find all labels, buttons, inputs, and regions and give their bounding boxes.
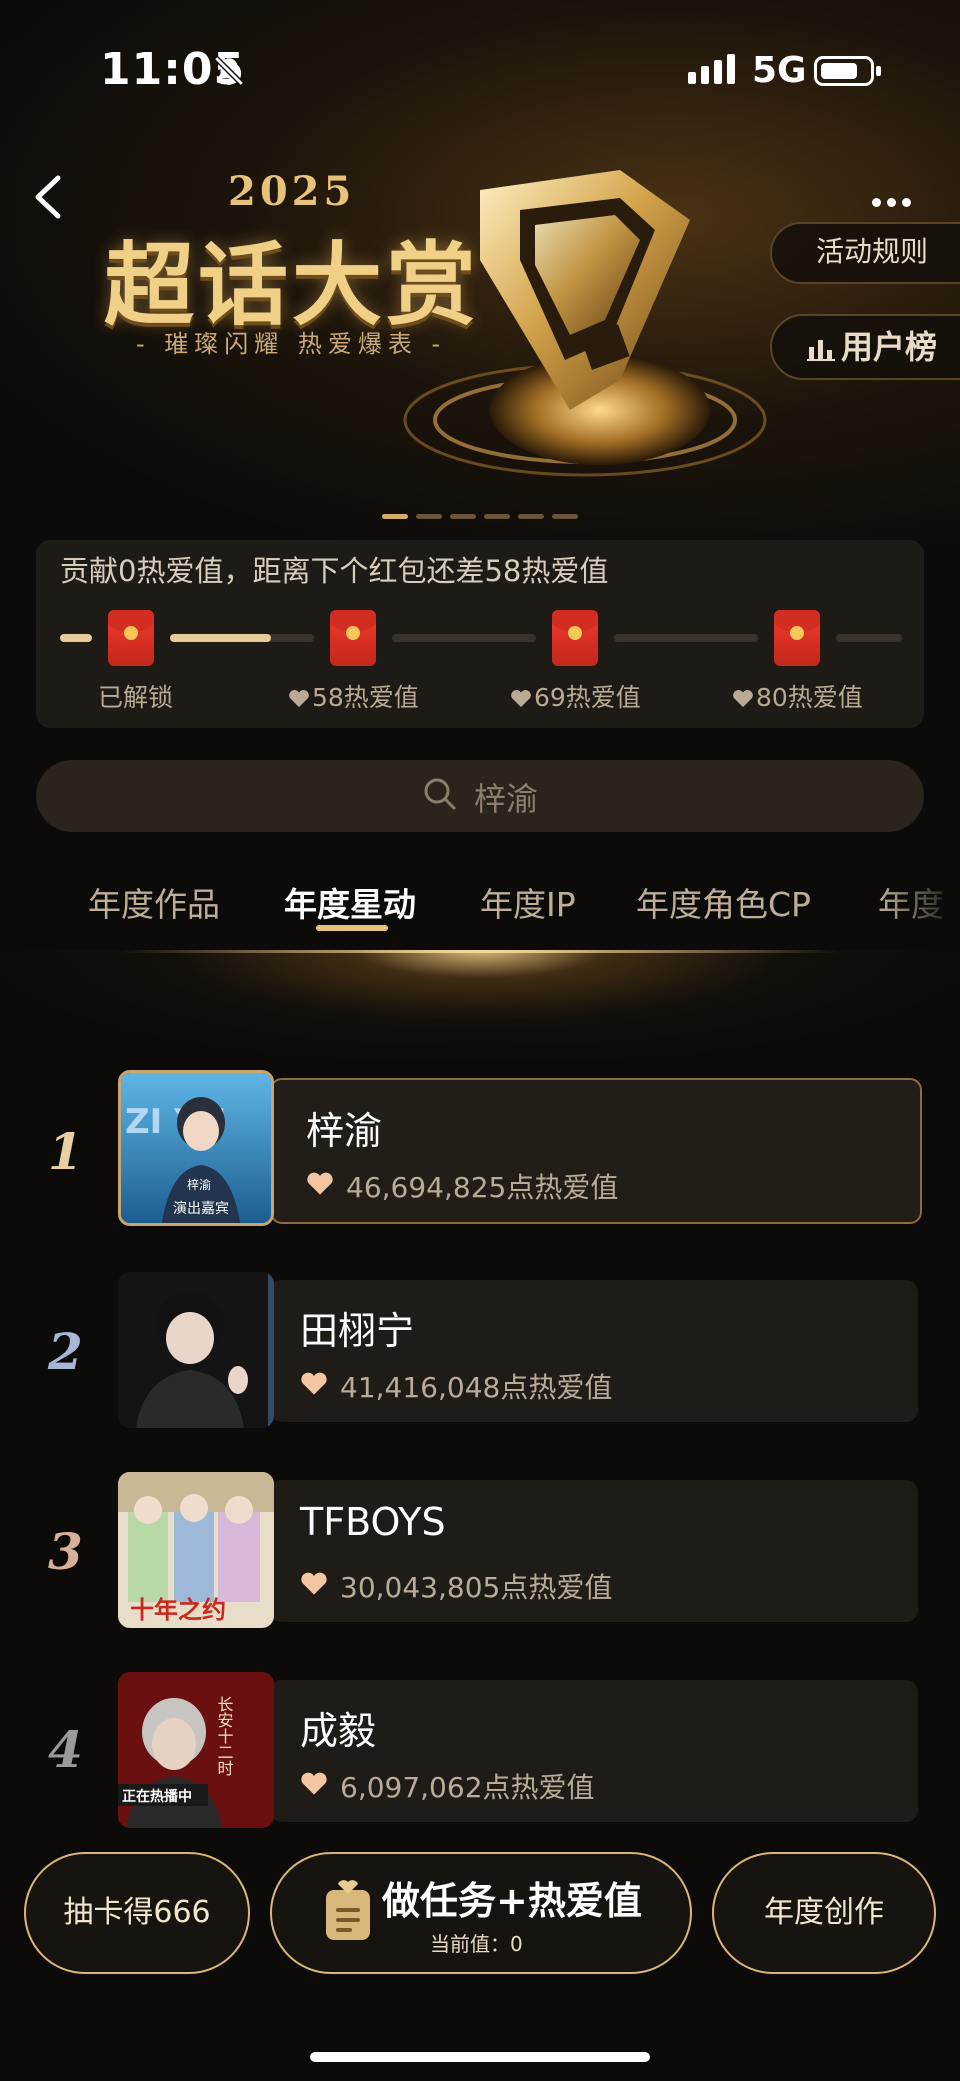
user-rank-label: 用户榜 (840, 328, 937, 366)
banner-year: 2025 (228, 168, 356, 215)
progress-segment (392, 634, 536, 642)
ranking-score: 6,097,062点热爱值 (340, 1771, 595, 1804)
gold-glow-line (120, 950, 840, 953)
ranking-score: 41,416,048点热爱值 (340, 1371, 613, 1404)
avatar-image (118, 1272, 274, 1428)
progress-segment (60, 634, 92, 642)
heart-icon (301, 1572, 327, 1595)
trophy-emblem-icon (403, 170, 767, 477)
signal-icon (688, 54, 740, 84)
heart-icon (301, 1772, 327, 1795)
ranking-name: TFBOYS (300, 1500, 446, 1544)
milestone-label: 已解锁 (98, 683, 174, 712)
mute-bell-icon (214, 56, 244, 86)
red-envelope-icon[interactable] (330, 610, 376, 666)
task-label: 做任务+热爱值 (382, 1879, 642, 1923)
search-icon (424, 778, 456, 810)
bar-chart-icon (806, 340, 835, 361)
draw-card-button[interactable]: 抽卡得666 (24, 1852, 250, 1974)
avatar[interactable]: 长安十二时 正在热播中 (118, 1672, 274, 1828)
rank-number: 2 (48, 1322, 83, 1381)
gold-sparkle-decoration (0, 950, 960, 1060)
red-envelope-icon[interactable] (774, 610, 820, 666)
activity-rules-button[interactable]: 活动规则 (770, 222, 960, 284)
tab-annual-ip[interactable]: 年度IP (480, 878, 576, 926)
progress-segment (614, 634, 758, 642)
network-type: 5G (752, 50, 807, 91)
search-text[interactable]: 梓渝 (474, 774, 538, 820)
heart-icon (289, 689, 309, 708)
do-task-button[interactable]: 做任务+热爱值 当前值：0 (270, 1852, 692, 1974)
more-options-icon[interactable] (872, 192, 917, 211)
thumb-text: 梓渝 (187, 1177, 211, 1192)
tab-annual-stars[interactable]: 年度星动 (284, 878, 416, 926)
annual-creation-button[interactable]: 年度创作 (712, 1852, 936, 1974)
pagination-dot[interactable] (450, 514, 476, 519)
back-arrow-icon[interactable] (30, 172, 70, 222)
milestone-label: 58热爱值 (288, 678, 419, 714)
pagination-dot[interactable] (552, 514, 578, 519)
avatar-image: ZI YU 梓渝 演出嘉宾 (121, 1073, 271, 1223)
ranking-score: 30,043,805点热爱值 (340, 1571, 613, 1604)
thumb-text: 十年之约 (130, 1595, 226, 1624)
thumb-text: 长安十二时 (215, 1696, 234, 1776)
home-indicator (310, 2052, 650, 2062)
pagination-dot[interactable] (416, 514, 442, 519)
ranking-name: 成毅 (300, 1709, 377, 1753)
progress-fill (170, 634, 271, 642)
avatar[interactable] (118, 1272, 274, 1428)
tab-annual-character-cp[interactable]: 年度角色CP (636, 878, 811, 926)
pagination-dot[interactable] (382, 514, 408, 519)
active-tab-indicator (316, 925, 388, 931)
red-envelope-icon[interactable] (108, 610, 154, 666)
avatar-image: 长安十二时 正在热播中 (118, 1672, 274, 1828)
avatar[interactable]: ZI YU 梓渝 演出嘉宾 (118, 1070, 274, 1226)
pagination-dot[interactable] (518, 514, 544, 519)
tab-annual-works[interactable]: 年度作品 (88, 878, 220, 926)
thumb-text: 演出嘉宾 (173, 1201, 229, 1217)
milestone-label: 80热爱值 (732, 678, 863, 714)
heart-icon (307, 1172, 333, 1195)
battery-icon (814, 56, 881, 86)
contribution-text: 贡献0热爱值，距离下个红包还差58热爱值 (60, 554, 609, 588)
milestone-label: 69热爱值 (510, 678, 641, 714)
ranking-name: 田栩宁 (300, 1309, 415, 1353)
task-clipboard-icon (326, 1880, 370, 1940)
red-envelope-icon[interactable] (552, 610, 598, 666)
progress-segment (836, 634, 902, 642)
heart-icon (733, 689, 753, 708)
user-rank-button[interactable]: 用户榜 (770, 314, 960, 380)
ranking-score: 46,694,825点热爱值 (346, 1171, 619, 1204)
task-current-value: 当前值：0 (430, 1932, 523, 1956)
ranking-name: 梓渝 (306, 1109, 383, 1153)
avatar-image: 十年之约 (118, 1472, 274, 1628)
rank-number: 3 (48, 1522, 83, 1581)
banner-pagination (382, 504, 586, 523)
rank-number: 4 (48, 1720, 83, 1779)
thumb-text: 正在热播中 (122, 1788, 192, 1805)
tabs-fade (880, 860, 960, 940)
heart-icon (301, 1372, 327, 1395)
rank-number: 1 (48, 1122, 83, 1181)
heart-icon (511, 689, 531, 708)
avatar[interactable]: 十年之约 (118, 1472, 274, 1628)
pagination-dot[interactable] (484, 514, 510, 519)
